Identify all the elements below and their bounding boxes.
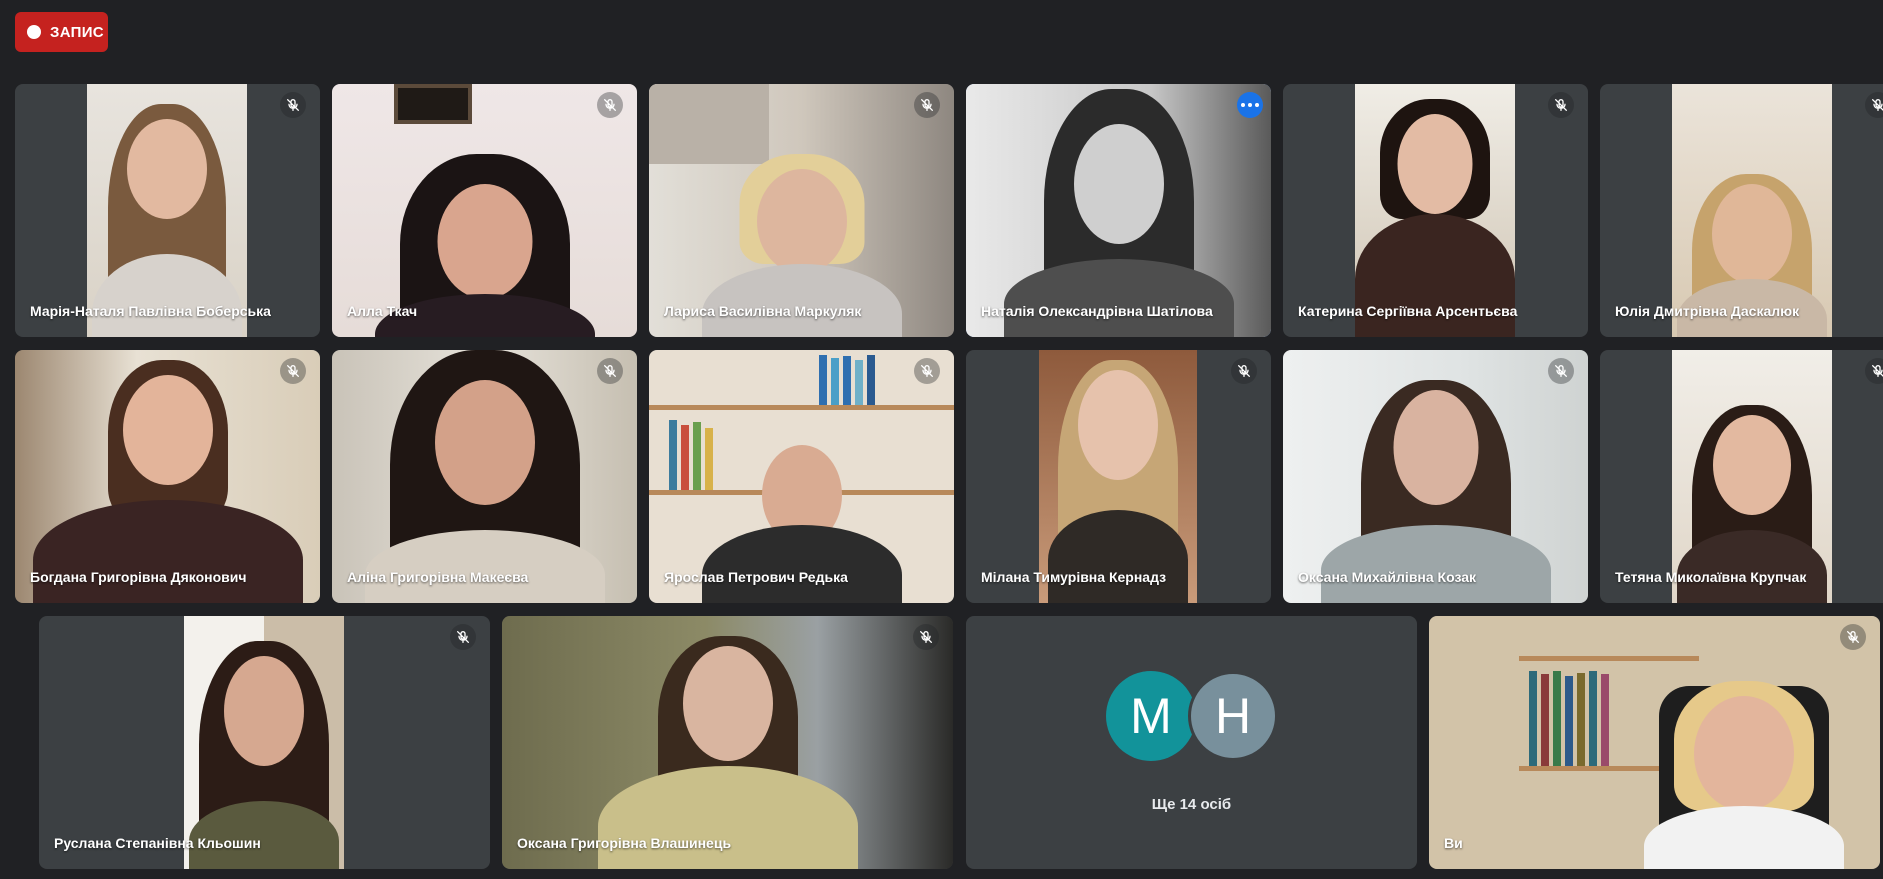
participant-tile[interactable]: Юлія Дмитрівна Даскалюк bbox=[1600, 84, 1883, 337]
avatar: Н bbox=[1188, 671, 1278, 761]
participant-video bbox=[15, 350, 320, 603]
participant-video bbox=[1039, 350, 1197, 603]
participant-tile-active[interactable]: Наталія Олександрівна Шатілова bbox=[966, 84, 1271, 337]
participant-video bbox=[184, 616, 344, 869]
participant-tile[interactable]: Катерина Сергіївна Арсентьєва bbox=[1283, 84, 1588, 337]
mic-off-icon bbox=[280, 358, 306, 384]
avatar: M bbox=[1106, 671, 1196, 761]
participant-video bbox=[87, 84, 247, 337]
participant-video bbox=[1283, 350, 1588, 603]
record-dot-icon bbox=[27, 25, 41, 39]
avatar-letter: M bbox=[1130, 688, 1172, 744]
participant-video bbox=[1355, 84, 1515, 337]
participant-tile[interactable]: Оксана Михайлівна Козак bbox=[1283, 350, 1588, 603]
more-options-icon[interactable] bbox=[1237, 92, 1263, 118]
participant-video bbox=[332, 84, 637, 337]
mic-off-icon bbox=[914, 358, 940, 384]
participant-name: Алла Ткач bbox=[347, 303, 418, 319]
mic-off-icon bbox=[1548, 92, 1574, 118]
participant-video bbox=[1672, 350, 1832, 603]
participant-name: Катерина Сергіївна Арсентьєва bbox=[1298, 303, 1518, 319]
participant-name: Оксана Григорівна Влашинець bbox=[517, 835, 732, 851]
mic-off-icon bbox=[450, 624, 476, 650]
participant-tile[interactable]: Алла Ткач bbox=[332, 84, 637, 337]
mic-off-icon bbox=[597, 92, 623, 118]
participant-tile[interactable]: Аліна Григорівна Макеєва bbox=[332, 350, 637, 603]
recording-label: ЗАПИС bbox=[50, 23, 104, 41]
participant-video bbox=[502, 616, 953, 869]
participant-video bbox=[1672, 84, 1832, 337]
participant-video bbox=[1429, 616, 1880, 869]
mic-off-icon bbox=[913, 624, 939, 650]
participant-tile[interactable]: Оксана Григорівна Влашинець bbox=[502, 616, 953, 869]
participant-name: Лариса Василівна Маркуляк bbox=[664, 303, 862, 319]
overflow-tile[interactable]: M Н Ще 14 осіб bbox=[966, 616, 1417, 869]
mic-off-icon bbox=[1231, 358, 1257, 384]
participant-name: Тетяна Миколаївна Крупчак bbox=[1615, 569, 1807, 585]
participant-name: Богдана Григорівна Дяконович bbox=[30, 569, 247, 585]
participant-tile[interactable]: Марія-Наталя Павлівна Боберська bbox=[15, 84, 320, 337]
mic-off-icon bbox=[280, 92, 306, 118]
mic-off-icon bbox=[1548, 358, 1574, 384]
mic-off-icon bbox=[1865, 358, 1883, 384]
participant-name: Марія-Наталя Павлівна Боберська bbox=[30, 303, 271, 319]
participant-name: Мілана Тимурівна Кернадз bbox=[981, 569, 1167, 585]
mic-off-icon bbox=[597, 358, 623, 384]
participant-video bbox=[966, 84, 1271, 337]
participant-name: Руслана Степанівна Кльошин bbox=[54, 835, 261, 851]
participant-tile[interactable]: Лариса Василівна Маркуляк bbox=[649, 84, 954, 337]
recording-badge[interactable]: ЗАПИС bbox=[15, 12, 108, 52]
overflow-count-label: Ще 14 осіб bbox=[1151, 796, 1232, 813]
participant-name: Оксана Михайлівна Козак bbox=[1298, 569, 1477, 585]
participant-name: Ви bbox=[1444, 835, 1463, 851]
participant-name: Аліна Григорівна Макеєва bbox=[347, 569, 529, 585]
avatar-letter: Н bbox=[1214, 688, 1252, 744]
participant-tile[interactable]: Ярослав Петрович Редька bbox=[649, 350, 954, 603]
participant-name: Наталія Олександрівна Шатілова bbox=[981, 303, 1213, 319]
self-tile[interactable]: Ви bbox=[1429, 616, 1880, 869]
participant-tile[interactable]: Тетяна Миколаївна Крупчак bbox=[1600, 350, 1883, 603]
participant-name: Ярослав Петрович Редька bbox=[664, 569, 848, 585]
participant-video bbox=[649, 84, 954, 337]
participant-name: Юлія Дмитрівна Даскалюк bbox=[1615, 303, 1800, 319]
participant-tile[interactable]: Богдана Григорівна Дяконович bbox=[15, 350, 320, 603]
participant-video bbox=[649, 350, 954, 603]
participant-tile[interactable]: Мілана Тимурівна Кернадз bbox=[966, 350, 1271, 603]
mic-off-icon bbox=[914, 92, 940, 118]
participant-tile[interactable]: Руслана Степанівна Кльошин bbox=[39, 616, 490, 869]
mic-off-icon bbox=[1840, 624, 1866, 650]
participant-video bbox=[332, 350, 637, 603]
mic-off-icon bbox=[1865, 92, 1883, 118]
